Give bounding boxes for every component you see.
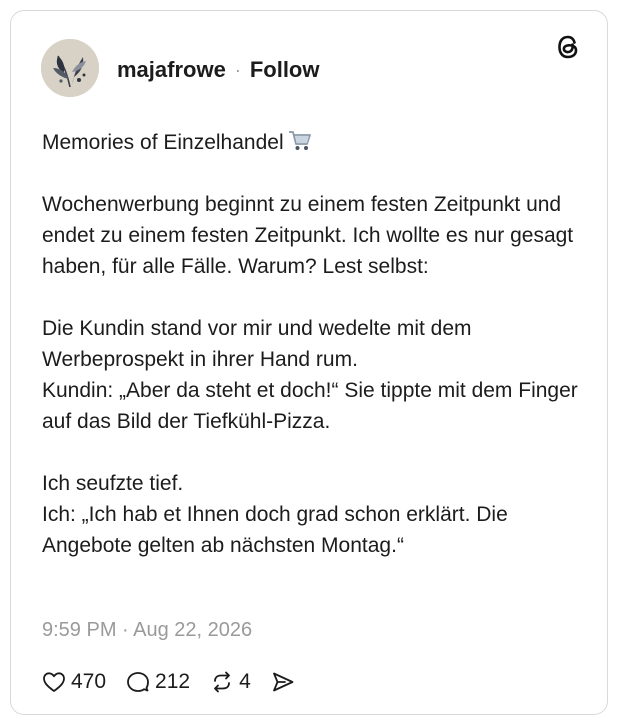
username[interactable]: majafrowe — [117, 57, 226, 83]
reply-button[interactable]: 212 — [126, 670, 190, 694]
avatar[interactable] — [41, 39, 99, 97]
send-icon — [272, 672, 294, 692]
repost-count: 4 — [239, 670, 251, 693]
like-count: 470 — [71, 670, 107, 693]
header-separator: · — [234, 59, 241, 80]
shopping-cart-icon — [288, 131, 311, 150]
comment-icon — [127, 672, 149, 692]
avatar-leaves-image — [41, 39, 99, 97]
heart-icon — [43, 672, 65, 692]
share-button[interactable] — [271, 671, 300, 693]
post-paragraph: Die Kundin stand vor mir und wedelte mit… — [42, 317, 578, 433]
repost-button[interactable]: 4 — [210, 670, 251, 694]
post-title-line: Memories of Einzelhandel — [42, 127, 582, 158]
post-timestamp[interactable]: 9:59 PM · Aug 22, 2026 — [42, 619, 252, 642]
action-bar: 470 212 4 — [42, 667, 320, 697]
threads-logo-icon[interactable] — [555, 33, 581, 61]
follow-button[interactable]: Follow — [250, 57, 320, 83]
post-header: majafrowe · Follow — [117, 55, 319, 85]
like-button[interactable]: 470 — [42, 670, 106, 694]
reply-count: 212 — [155, 670, 191, 693]
post-title: Memories of Einzelhandel — [42, 131, 284, 154]
post-body: Memories of Einzelhandel Wochenwerbung b… — [42, 127, 582, 561]
repost-icon — [214, 671, 230, 693]
threads-post-card: majafrowe · Follow Memories of Einzelhan… — [10, 10, 608, 715]
post-paragraph: Wochenwerbung beginnt zu einem festen Ze… — [42, 193, 574, 278]
post-paragraph: Ich seufzte tief. Ich: „Ich hab et Ihnen… — [42, 472, 508, 557]
